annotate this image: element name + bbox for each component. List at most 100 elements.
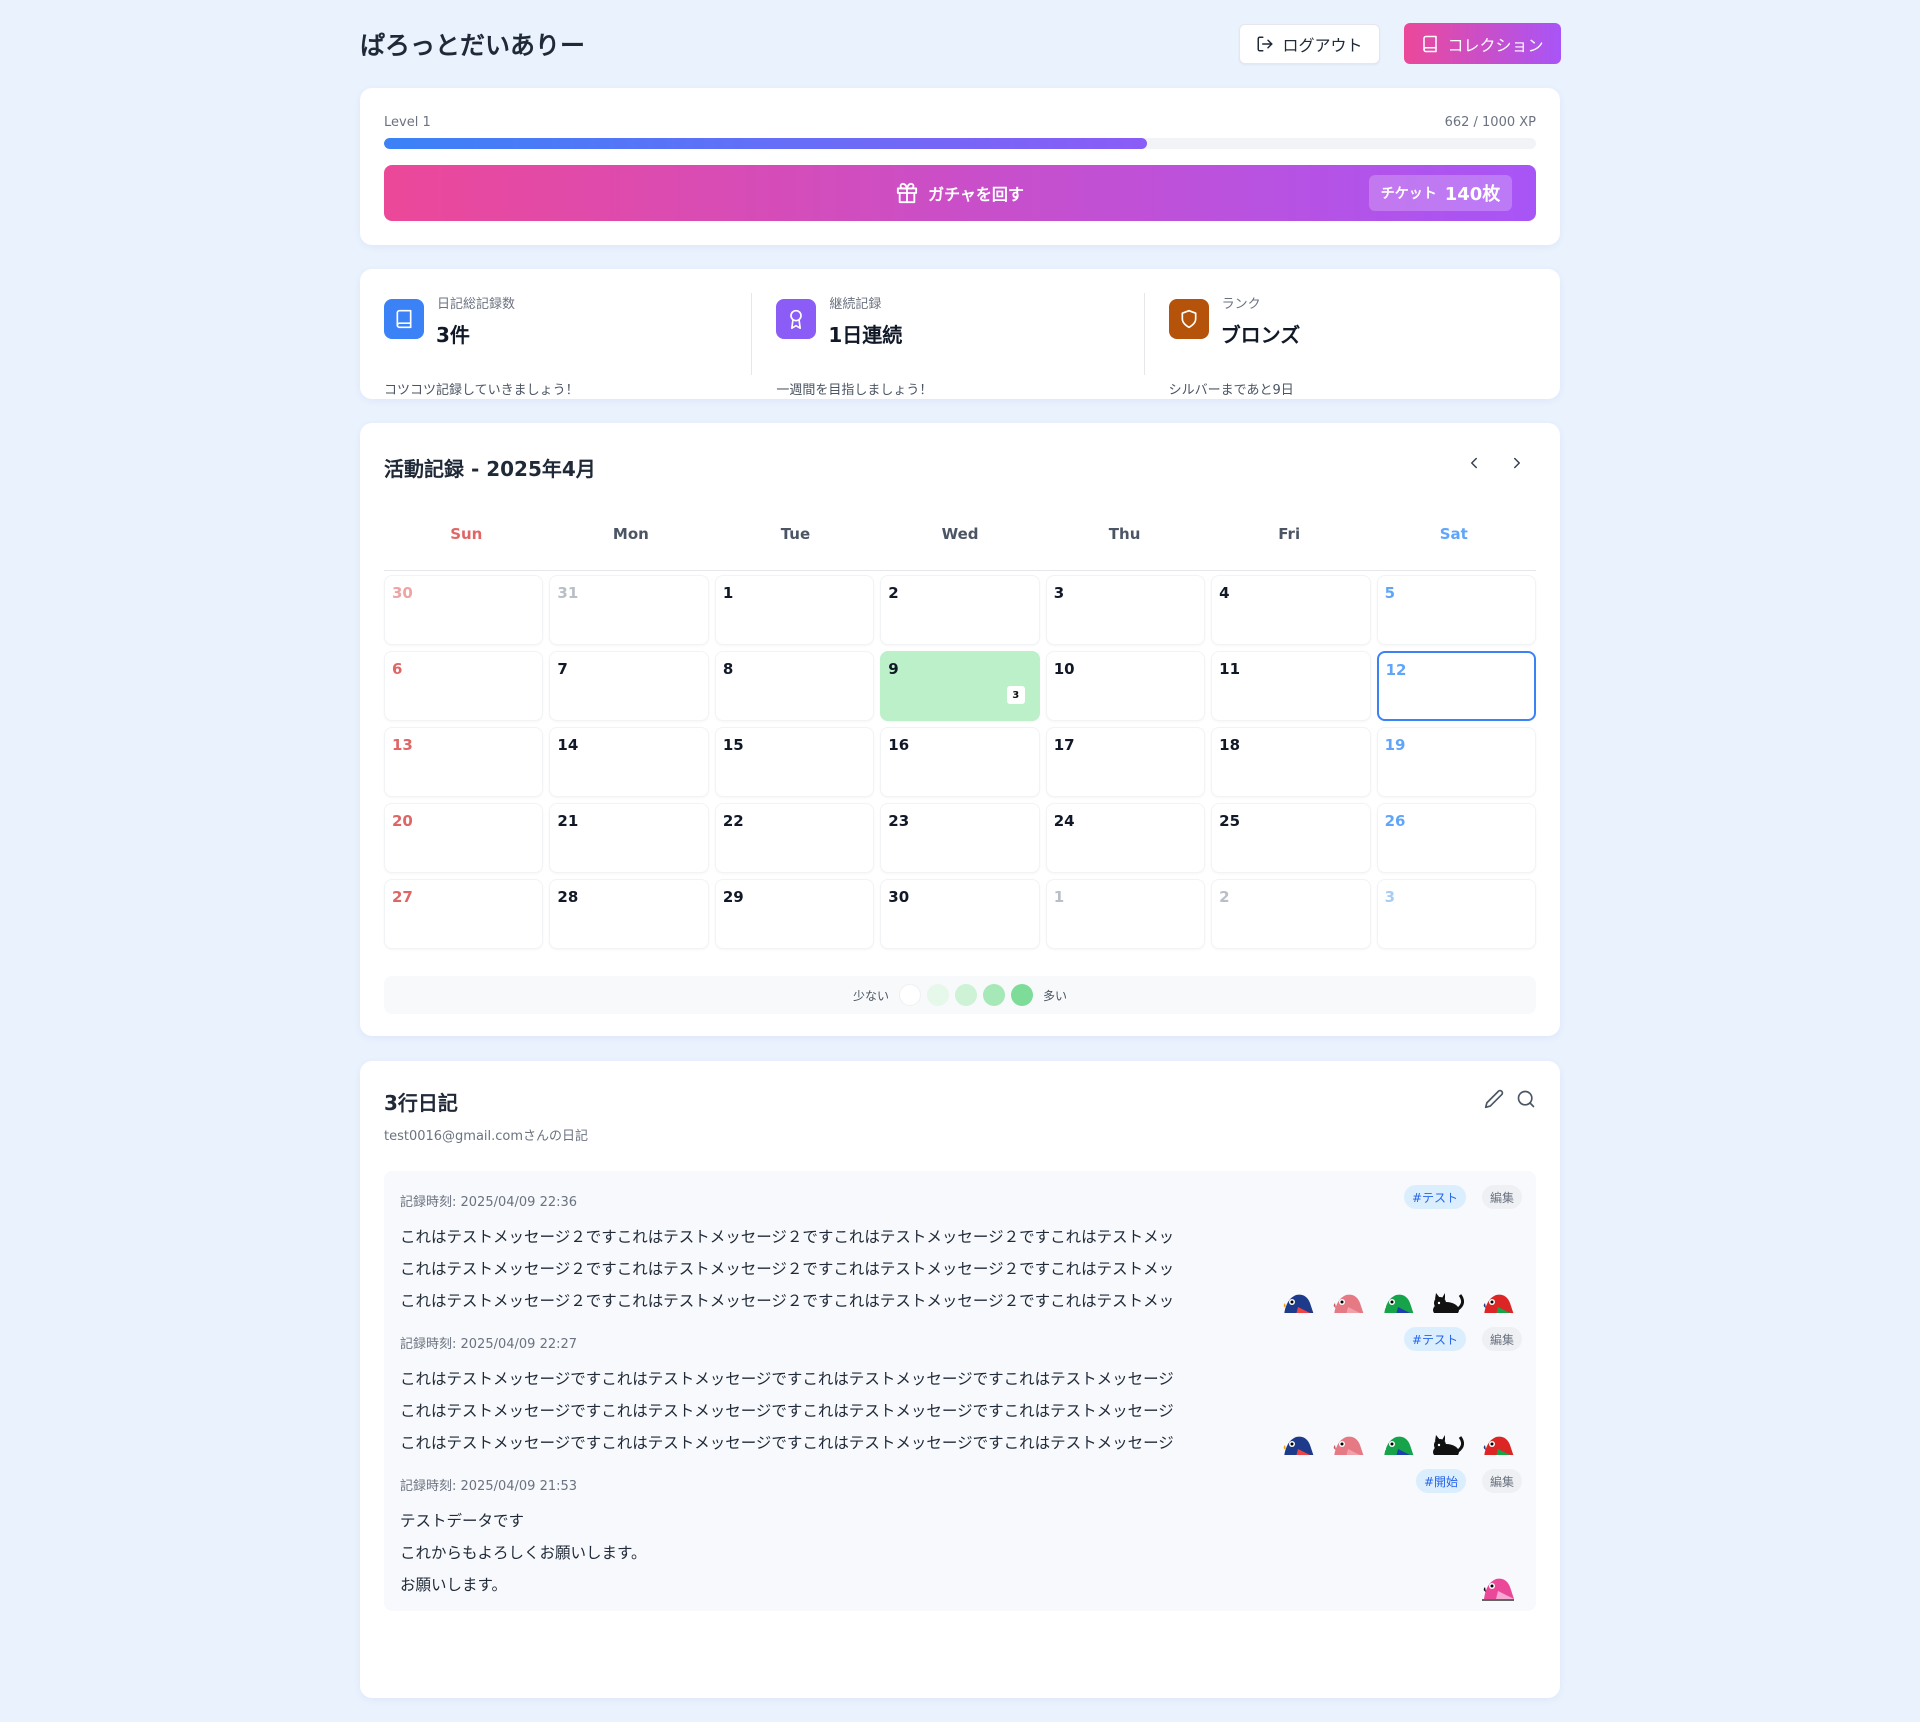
logout-label: ログアウト bbox=[1282, 36, 1363, 55]
calendar-day[interactable]: 25 bbox=[1211, 803, 1371, 873]
stat-total-entries: 日記総記録数 3件 コツコツ記録していきましょう！ bbox=[384, 293, 751, 398]
collection-button[interactable]: コレクション bbox=[1404, 23, 1561, 64]
calendar-day[interactable]: 2 bbox=[880, 575, 1040, 645]
day-number: 9 bbox=[888, 660, 899, 678]
gacha-button[interactable]: ガチャを回す チケット 140枚 bbox=[384, 165, 1536, 221]
calendar-day[interactable]: 23 bbox=[880, 803, 1040, 873]
entry-tag[interactable]: #テスト bbox=[1403, 1185, 1466, 1209]
calendar-day[interactable]: 28 bbox=[549, 879, 709, 949]
calendar-day[interactable]: 27 bbox=[384, 879, 544, 949]
weekday-mon: Mon bbox=[612, 525, 649, 543]
day-number: 23 bbox=[888, 812, 910, 830]
calendar-day[interactable]: 6 bbox=[384, 651, 544, 721]
day-number: 10 bbox=[1053, 660, 1075, 678]
entry-line: これはテストメッセージ２ですこれはテストメッセージ２ですこれはテストメッセージ２… bbox=[400, 1260, 1175, 1278]
calendar-day[interactable]: 1 bbox=[1045, 879, 1206, 949]
edit-button[interactable]: 編集 bbox=[1481, 1185, 1522, 1209]
calendar-day[interactable]: 30 bbox=[880, 879, 1040, 949]
legend-swatch bbox=[1011, 984, 1033, 1006]
collection-label: コレクション bbox=[1447, 35, 1544, 55]
calendar-day[interactable]: 29 bbox=[714, 879, 875, 949]
calendar-day[interactable]: 22 bbox=[714, 803, 875, 873]
weekday-header: Sun Mon Tue Wed Thu Fri Sat bbox=[384, 525, 1536, 571]
calendar-grid: 30 31 1 2 3 4 5 6 7 8 9 3 10 11 12 13 14 15 16 17 18 19 20 21 22… bbox=[384, 575, 1536, 949]
day-number: 27 bbox=[392, 888, 413, 906]
calendar-day[interactable]: 20 bbox=[384, 803, 544, 873]
day-number: 25 bbox=[1219, 812, 1241, 830]
calendar-day[interactable]: 93 bbox=[880, 651, 1040, 721]
entry-tag[interactable]: #テスト bbox=[1403, 1327, 1466, 1351]
stat-sub: シルバーまであと9日 bbox=[1168, 383, 1294, 398]
calendar-day[interactable]: 3 bbox=[1376, 879, 1536, 949]
logout-button[interactable]: ログアウト bbox=[1239, 24, 1380, 64]
entry-count-badge: 3 bbox=[1006, 686, 1025, 704]
calendar-day[interactable]: 2 bbox=[1211, 879, 1371, 949]
calendar-day[interactable]: 8 bbox=[714, 651, 875, 721]
day-number: 7 bbox=[557, 660, 568, 678]
search-button[interactable] bbox=[1514, 1087, 1538, 1111]
calendar-day[interactable]: 3 bbox=[1045, 575, 1206, 645]
stat-sub: 一週間を目指しましょう！ bbox=[776, 383, 933, 398]
weekday-sun: Sun bbox=[450, 525, 483, 543]
xp-label: 662 / 1000 XP bbox=[1444, 115, 1536, 130]
calendar-day[interactable]: 11 bbox=[1211, 651, 1371, 721]
edit-button[interactable]: 編集 bbox=[1481, 1469, 1522, 1493]
day-number: 16 bbox=[888, 736, 910, 754]
legend-swatch bbox=[983, 984, 1005, 1006]
calendar-day[interactable]: 30 bbox=[384, 575, 544, 645]
day-number: 30 bbox=[392, 584, 413, 602]
calendar-day[interactable]: 15 bbox=[714, 727, 875, 797]
diary-entry: 記録時刻: 2025/04/09 22:27 #テスト 編集 これはテストメッセージで… bbox=[384, 1313, 1536, 1469]
day-number: 8 bbox=[722, 660, 734, 678]
day-number: 11 bbox=[1219, 660, 1241, 678]
day-number: 2 bbox=[888, 584, 899, 602]
weekday-sat: Sat bbox=[1439, 525, 1468, 543]
calendar-day[interactable]: 1 bbox=[714, 575, 875, 645]
entry-line: これはテストメッセージですこれはテストメッセージですこれはテストメッセージですこ… bbox=[400, 1402, 1174, 1420]
calendar-day[interactable]: 24 bbox=[1045, 803, 1206, 873]
weekday-tue: Tue bbox=[780, 525, 811, 543]
edit-button[interactable]: 編集 bbox=[1481, 1327, 1522, 1351]
calendar-day[interactable]: 16 bbox=[880, 727, 1040, 797]
day-number: 20 bbox=[392, 812, 413, 830]
calendar-day[interactable]: 21 bbox=[549, 803, 709, 873]
diary-title: 3行日記 bbox=[384, 1091, 458, 1115]
calendar-day[interactable]: 17 bbox=[1045, 727, 1206, 797]
legend-swatch bbox=[955, 984, 977, 1006]
level-label: Level 1 bbox=[384, 115, 431, 130]
calendar-day[interactable]: 19 bbox=[1376, 727, 1536, 797]
page: ぱろっとだいありー ログアウト コレクション Level 1 662 / 100… bbox=[360, 0, 1561, 1698]
calendar-day[interactable]: 13 bbox=[384, 727, 544, 797]
gift-icon bbox=[896, 182, 918, 204]
entry-timestamp: 記録時刻: 2025/04/09 21:53 bbox=[400, 1479, 578, 1494]
legend-swatch bbox=[899, 984, 921, 1006]
logout-icon bbox=[1257, 36, 1273, 52]
day-number: 1 bbox=[722, 584, 734, 602]
weekday-fri: Fri bbox=[1278, 525, 1301, 543]
entry-tag[interactable]: #開始 bbox=[1415, 1469, 1466, 1493]
next-month-button[interactable] bbox=[1503, 449, 1531, 477]
stat-streak: 継続記録 1日連続 一週間を目指しましょう！ bbox=[751, 293, 1143, 398]
gacha-button-content: ガチャを回す bbox=[384, 165, 1536, 221]
calendar-title: 活動記録 - 2025年4月 bbox=[384, 457, 596, 481]
calendar-day[interactable]: 7 bbox=[549, 651, 709, 721]
calendar-day[interactable]: 14 bbox=[549, 727, 709, 797]
calendar-day[interactable]: 12 bbox=[1376, 651, 1536, 721]
calendar-day[interactable]: 5 bbox=[1376, 575, 1536, 645]
prev-month-button[interactable] bbox=[1460, 449, 1488, 477]
day-number: 29 bbox=[722, 888, 744, 906]
calendar-day[interactable]: 18 bbox=[1211, 727, 1371, 797]
chevron-left-icon bbox=[1471, 457, 1477, 469]
legend-less-label: 少ない bbox=[852, 988, 889, 1003]
entry-line: これからもよろしくお願いします。 bbox=[400, 1544, 647, 1562]
calendar-day[interactable]: 26 bbox=[1376, 803, 1536, 873]
legend-swatch bbox=[927, 984, 949, 1006]
shield-icon bbox=[1168, 299, 1209, 339]
diary-entry: 記録時刻: 2025/04/09 21:53 #開始 編集 テストデータです これからも… bbox=[384, 1455, 1536, 1611]
calendar-day[interactable]: 4 bbox=[1211, 575, 1371, 645]
calendar-day[interactable]: 10 bbox=[1045, 651, 1206, 721]
ticket-label: チケット bbox=[1380, 186, 1437, 202]
write-button[interactable] bbox=[1482, 1087, 1506, 1111]
calendar-card: 活動記録 - 2025年4月 Sun Mon Tue Wed Thu Fri Sat 30 3… bbox=[360, 423, 1560, 1036]
calendar-day[interactable]: 31 bbox=[549, 575, 709, 645]
